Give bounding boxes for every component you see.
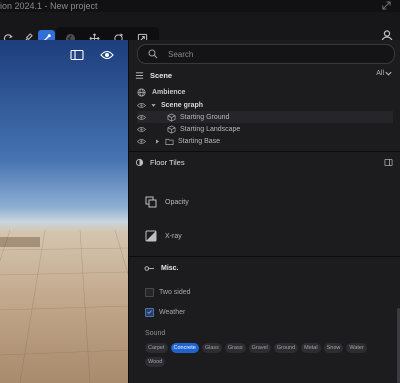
chevron-down-icon[interactable] [150, 102, 157, 109]
globe-icon [137, 87, 146, 97]
check-icon [147, 310, 152, 314]
cube-icon [167, 112, 176, 122]
window-title: ion 2024.1 - New project [0, 1, 98, 11]
scene-filter-label: All [376, 70, 384, 77]
inspector-title: Floor Tiles [150, 158, 185, 167]
sound-option-grass[interactable]: Grass [224, 343, 246, 353]
sound-option-carpet[interactable]: Carpet [145, 343, 168, 353]
xray-icon [145, 230, 157, 242]
sound-option-ground[interactable]: Ground [273, 343, 299, 353]
misc-title: Misc. [161, 265, 179, 272]
tree-item-label: Starting Landscape [180, 125, 241, 133]
sound-option-glass[interactable]: Glass [201, 343, 222, 353]
chevron-down-icon [385, 71, 392, 76]
sound-option-water[interactable]: Water [346, 343, 367, 353]
scene-filter-dropdown[interactable]: All [376, 69, 393, 78]
sound-option-concrete[interactable]: Concrete [170, 343, 199, 353]
eye-icon[interactable] [137, 137, 146, 146]
sound-options: Carpet Concrete Glass Grass Gravel Ground Meta… [145, 343, 390, 367]
eye-icon[interactable] [100, 49, 114, 61]
two-sided-option[interactable]: Two sided [145, 288, 191, 297]
inspector-header: Floor Tiles [135, 158, 393, 167]
xray-label: X-ray [165, 232, 182, 240]
two-sided-checkbox[interactable] [145, 288, 154, 297]
weather-checkbox[interactable] [145, 308, 154, 317]
section-divider [129, 256, 400, 257]
search-icon [148, 49, 158, 59]
weather-option[interactable]: Weather [145, 308, 185, 317]
two-sided-label: Two sided [159, 289, 191, 296]
expand-icon[interactable] [382, 1, 391, 10]
cube-icon [167, 124, 176, 134]
weather-label: Weather [159, 309, 186, 316]
section-divider [129, 151, 400, 152]
eye-icon[interactable] [137, 113, 146, 122]
tree-item-starting-base[interactable]: Starting Base [137, 135, 393, 147]
opacity-icon [145, 196, 157, 208]
sound-option-metal[interactable]: Metal [301, 343, 321, 353]
sound-label: Sound [145, 330, 166, 337]
panel-toggle-icon[interactable] [70, 49, 84, 61]
sound-option-gravel[interactable]: Gravel [248, 343, 271, 353]
tree-item-ambience[interactable]: Ambience [137, 86, 393, 98]
list-icon [135, 71, 144, 79]
tree-item-starting-landscape[interactable]: Starting Landscape [137, 123, 393, 135]
tree-item-label: Scene graph [161, 101, 204, 109]
scene-header: Scene All [135, 69, 393, 81]
search-input[interactable] [166, 47, 370, 62]
opacity-button[interactable]: Opacity [145, 196, 189, 208]
opacity-label: Opacity [165, 198, 189, 206]
3d-viewport[interactable] [0, 40, 128, 383]
tree-item-starting-ground[interactable]: Starting Ground [137, 111, 393, 123]
folder-icon [165, 138, 174, 145]
split-view-icon[interactable] [384, 158, 393, 167]
sound-option-snow[interactable]: Snow [323, 343, 344, 353]
tree-item-scene-graph[interactable]: Scene graph [137, 99, 393, 111]
xray-button[interactable]: X-ray [145, 230, 182, 242]
eye-icon[interactable] [137, 125, 146, 134]
ground-grid [0, 230, 128, 383]
title-bar: ion 2024.1 - New project [0, 0, 400, 12]
tree-item-label: Starting Base [178, 137, 221, 145]
eye-icon[interactable] [137, 101, 146, 110]
scene-title: Scene [150, 70, 173, 80]
chevron-right-icon[interactable] [154, 138, 161, 145]
sidebar: Scene All Ambience Scene graph Starting … [128, 40, 400, 383]
sun-icon [135, 158, 144, 167]
sound-option-wood[interactable]: Wood [145, 357, 166, 367]
misc-header: Misc. [144, 264, 179, 273]
slider-icon [144, 266, 154, 271]
toolbar [0, 12, 400, 49]
tree-item-label: Starting Ground [180, 113, 230, 121]
tree-item-label: Ambience [152, 88, 186, 96]
search-box [137, 44, 395, 64]
